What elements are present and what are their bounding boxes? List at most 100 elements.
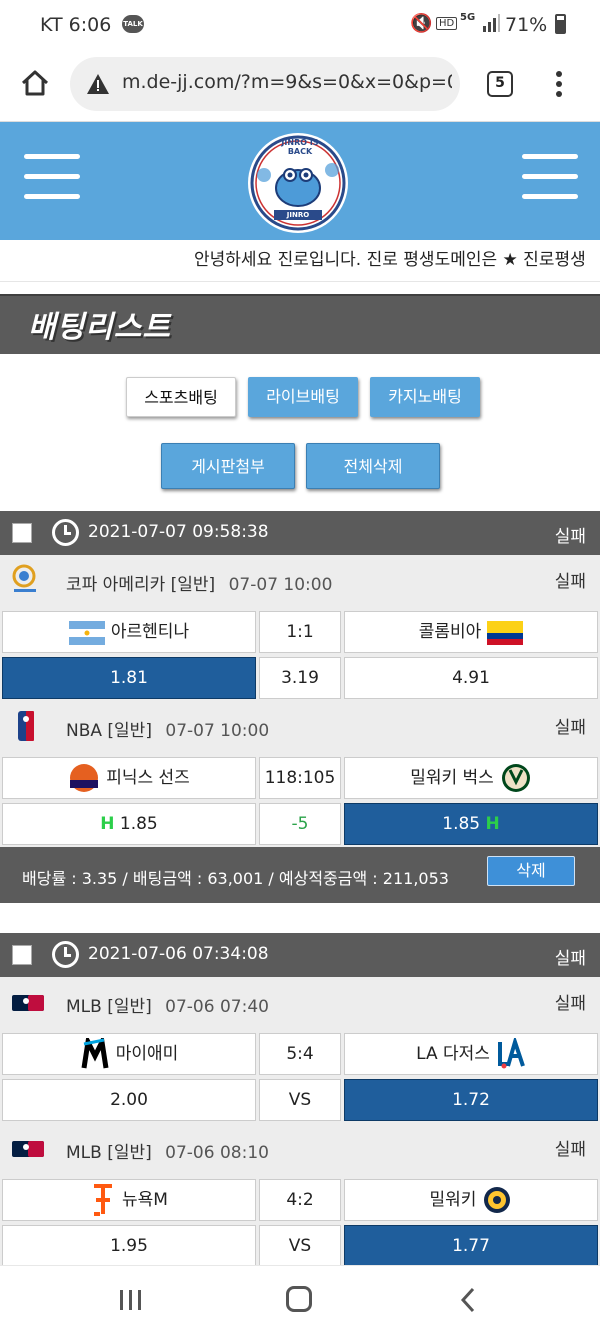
bucks-logo-icon [500,762,532,794]
mute-icon: 🔇 [410,13,433,34]
system-nav-bar [0,1265,600,1333]
odds-draw[interactable]: 3.19 [259,657,341,699]
league-name: MLB [일반] [66,1143,152,1163]
odds-home[interactable]: 1.81 [2,657,256,699]
bet-slip: 2021-07-07 09:58:38 실패 코파 아메리카 [일반] 07-0… [0,511,600,903]
mlb-icon [12,985,44,1019]
clock-icon [52,941,79,968]
attach-to-board-button[interactable]: 게시판첨부 [161,443,295,489]
battery-percent: 71% [505,14,548,36]
dodgers-logo-icon [496,1035,526,1070]
game-status: 실패 [554,1140,586,1160]
recent-apps-icon[interactable] [118,1288,144,1312]
odds-away-value: 1.85 [442,814,481,834]
score: 1:1 [259,611,341,653]
odds-row: 1.95 VS 1.77 [0,1223,600,1269]
game-time: 07-06 08:10 [165,1143,269,1163]
league-row: MLB [일반] 07-06 08:10 실패 [0,1123,600,1177]
delete-all-button[interactable]: 전체삭제 [306,443,440,489]
battery-icon [555,14,566,34]
home-nav-icon[interactable] [286,1286,312,1312]
back-icon[interactable] [458,1286,478,1314]
slip-checkbox[interactable] [12,945,32,965]
game-time: 07-07 10:00 [228,575,333,595]
score: 5:4 [259,1033,341,1075]
away-team: 밀워키 [344,1179,598,1221]
url-field[interactable]: m.de-jj.com/?m=9&s=0&x=0&p=0 [70,57,460,111]
url-text: m.de-jj.com/?m=9&s=0&x=0&p=0 [122,71,452,93]
away-team: 밀워키 벅스 [344,757,598,799]
argentina-flag-icon [68,620,105,645]
home-team: 피닉스 선즈 [2,757,256,799]
status-time: KT 6:06 [40,14,112,36]
league-row: 코파 아메리카 [일반] 07-07 10:00 실패 [0,555,600,609]
odds-draw[interactable]: VS [259,1225,341,1267]
tab-sports-betting[interactable]: 스포츠배팅 [126,377,236,417]
kakaotalk-icon: TALK [122,15,144,33]
odds-away[interactable]: 1.72 [344,1079,598,1121]
page-title: 배팅리스트 [28,310,171,345]
warning-icon[interactable] [86,73,110,95]
home-team-name: 마이애미 [115,1044,179,1064]
slip-header: 2021-07-07 09:58:38 실패 [0,511,600,555]
odds-home[interactable]: H 1.85 [2,803,256,845]
team-row: 피닉스 선즈 118:105 밀워키 벅스 [0,755,600,801]
slip-checkbox[interactable] [12,523,32,543]
logo-sub: JINRO [286,211,310,219]
slip-status: 실패 [554,949,586,969]
tab-casino-betting[interactable]: 카지노배팅 [370,377,480,417]
status-bar: KT 6:06 TALK 🔇 HD 5G 71% [0,0,600,52]
team-row: 마이애미 5:4 LA 다저스 [0,1031,600,1077]
ticker-text: 안녕하세요 진로입니다. 진로 평생도메인은 ★ 진로평생 [194,250,586,270]
bet-slip: 2021-07-06 07:34:08 실패 MLB [일반] 07-06 07… [0,933,600,1269]
home-team-name: 아르헨티나 [110,622,190,642]
nba-icon [12,709,40,743]
logo-text: JINRO IS BACK [281,138,319,156]
home-team-name: 뉴욕M [122,1190,168,1210]
odds-row: 1.81 3.19 4.91 [0,655,600,701]
odds-away[interactable]: 1.85 H [344,803,598,845]
league-name: NBA [일반] [66,721,152,741]
odds-home[interactable]: 1.95 [2,1225,256,1267]
away-team-name: 밀워키 벅스 [410,768,494,788]
away-team: LA 다저스 [344,1033,598,1075]
slip-header: 2021-07-06 07:34:08 실패 [0,933,600,977]
home-team-name: 피닉스 선즈 [106,768,190,788]
league-row: NBA [일반] 07-07 10:00 실패 [0,701,600,755]
score: 4:2 [259,1179,341,1221]
menu-dots-icon[interactable] [555,70,563,100]
team-row: 뉴욕M 4:2 밀워키 [0,1177,600,1223]
slip-summary: 배당률 : 3.35 / 배팅금액 : 63,001 / 예상적중금액 : 21… [0,847,600,903]
game-time: 07-07 10:00 [165,721,270,741]
score: 118:105 [259,757,341,799]
game-status: 실패 [554,572,586,592]
odds-draw[interactable]: VS [259,1079,341,1121]
odds-row: H 1.85 -5 1.85 H [0,801,600,847]
game-status: 실패 [554,994,586,1014]
5g-icon: 5G [460,12,476,23]
site-header: JINRO IS BACK JINRO [0,122,600,240]
slip-datetime: 2021-07-06 07:34:08 [88,944,269,964]
away-team: 콜롬비아 [344,611,598,653]
menu-hamburger-left[interactable] [24,154,80,206]
odds-away[interactable]: 4.91 [344,657,598,699]
slip-status: 실패 [554,527,586,547]
league-name: MLB [일반] [66,997,152,1017]
summary-text: 배당률 : 3.35 / 배팅금액 : 63,001 / 예상적중금액 : 21… [22,869,449,888]
tabs-count-button[interactable]: 5 [487,71,513,97]
tab-live-betting[interactable]: 라이브배팅 [248,377,358,417]
odds-away[interactable]: 1.77 [344,1225,598,1267]
jinro-logo[interactable]: JINRO IS BACK JINRO [244,130,352,236]
suns-logo-icon [68,762,100,794]
brewers-logo-icon [482,1185,512,1215]
colombia-flag-icon [487,620,524,645]
browser-toolbar: m.de-jj.com/?m=9&s=0&x=0&p=0 5 [0,52,600,122]
menu-hamburger-right[interactable] [522,154,578,206]
slip-datetime: 2021-07-07 09:58:38 [88,522,269,542]
handicap-line[interactable]: -5 [259,803,341,845]
league-row: MLB [일반] 07-06 07:40 실패 [0,977,600,1031]
delete-slip-button[interactable]: 삭제 [487,856,575,886]
home-icon[interactable] [20,68,50,98]
home-team: 뉴욕M [2,1179,256,1221]
odds-home[interactable]: 2.00 [2,1079,256,1121]
